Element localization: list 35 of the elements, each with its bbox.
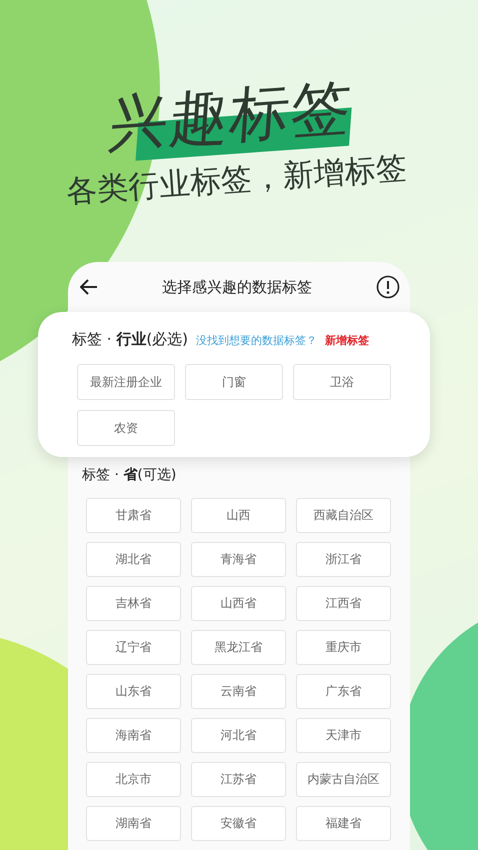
tag-chip[interactable]: 卫浴 (293, 364, 391, 400)
tag-chip[interactable]: 江苏省 (191, 762, 286, 797)
tag-chip[interactable]: 北京市 (86, 762, 181, 797)
back-arrow-icon[interactable] (80, 279, 98, 295)
tag-chip[interactable]: 内蒙古自治区 (296, 762, 391, 797)
tag-chip[interactable]: 辽宁省 (86, 630, 181, 665)
tag-chip[interactable]: 湖北省 (86, 542, 181, 577)
tag-chip[interactable]: 安徽省 (191, 806, 286, 841)
hint-text: 没找到想要的数据标签？ (196, 333, 318, 348)
tag-chip[interactable]: 山西省 (191, 586, 286, 621)
tag-chip[interactable]: 广东省 (296, 674, 391, 709)
tag-chip[interactable]: 海南省 (86, 718, 181, 753)
tag-chip[interactable]: 山西 (191, 498, 286, 533)
tag-chip[interactable]: 门窗 (185, 364, 283, 400)
tag-chip[interactable]: 天津市 (296, 718, 391, 753)
tag-chip[interactable]: 青海省 (191, 542, 286, 577)
tag-chip[interactable]: 湖南省 (86, 806, 181, 841)
tag-chip[interactable]: 黑龙江省 (191, 630, 286, 665)
tag-chip[interactable]: 最新注册企业 (77, 364, 175, 400)
info-icon[interactable] (376, 275, 400, 299)
tag-chip[interactable]: 吉林省 (86, 586, 181, 621)
section-heading: 标签 · 省(可选) (82, 467, 176, 483)
tag-chip[interactable]: 重庆市 (296, 630, 391, 665)
tag-chip[interactable]: 山东省 (86, 674, 181, 709)
tag-chip[interactable]: 河北省 (191, 718, 286, 753)
add-tag-link[interactable]: 新增标签 (325, 333, 370, 348)
tag-chip[interactable]: 甘肃省 (86, 498, 181, 533)
tag-chip[interactable]: 江西省 (296, 586, 391, 621)
tag-chip[interactable]: 福建省 (296, 806, 391, 841)
tag-chip[interactable]: 云南省 (191, 674, 286, 709)
screen-title: 选择感兴趣的数据标签 (162, 278, 312, 296)
section-heading: 标签 · 行业(必选) (72, 330, 188, 349)
tag-chip[interactable]: 农资 (77, 410, 175, 446)
tag-chip[interactable]: 西藏自治区 (296, 498, 391, 533)
tag-chip[interactable]: 浙江省 (296, 542, 391, 577)
